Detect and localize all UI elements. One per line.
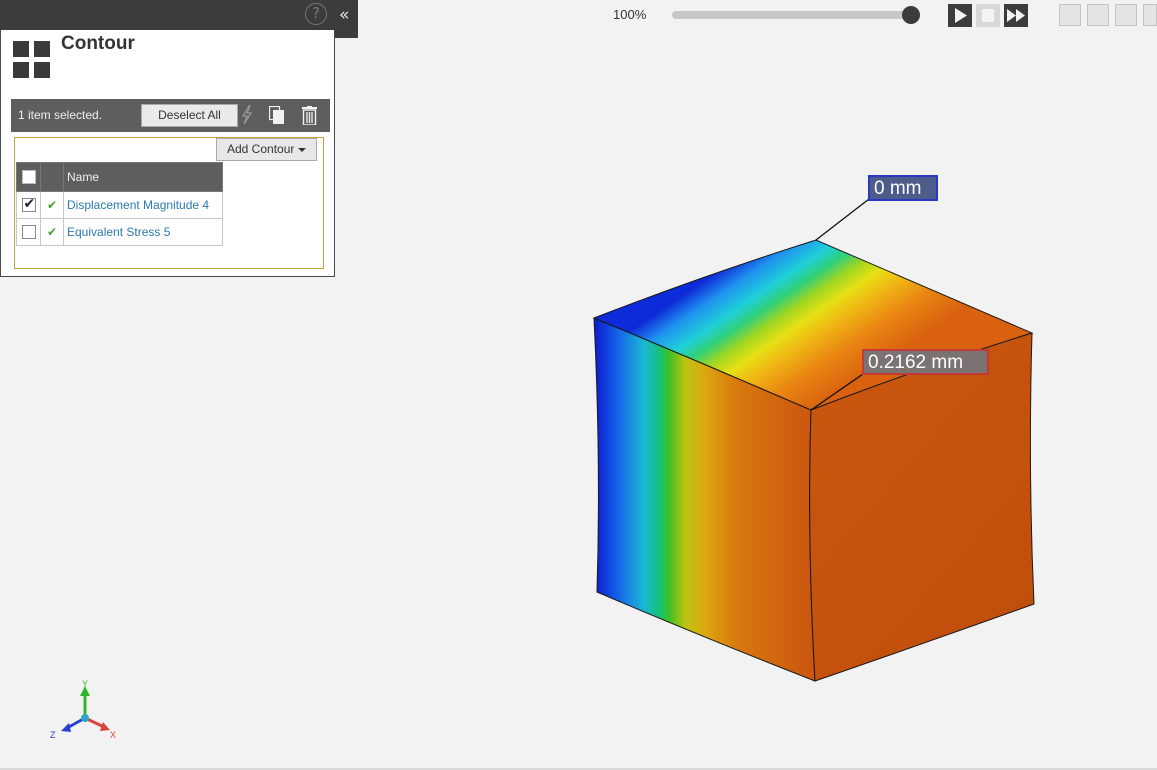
delete-icon[interactable] xyxy=(302,106,317,125)
axis-z-label: Z xyxy=(50,730,56,740)
view-icon-1[interactable] xyxy=(1059,4,1081,26)
axis-y-label: Y xyxy=(82,679,88,689)
duplicate-icon[interactable] xyxy=(269,106,285,125)
collapse-panel-icon[interactable]: « xyxy=(339,5,349,25)
table-row[interactable]: ✔ ✔ Displacement Magnitude 4 xyxy=(16,191,223,219)
select-all-checkbox[interactable] xyxy=(21,170,36,185)
contour-table: Name ✔ ✔ Displacement Magnitude 4 ✔ Equi… xyxy=(16,162,223,246)
row-checkbox[interactable] xyxy=(21,225,36,240)
add-contour-label: Add Contour xyxy=(227,142,295,156)
axis-x-label: X xyxy=(110,730,116,740)
status-column-header xyxy=(40,162,64,192)
zoom-level: 100% xyxy=(613,7,647,22)
name-column-header[interactable]: Name xyxy=(63,162,223,192)
view-icon-3[interactable] xyxy=(1115,4,1137,26)
row-checkbox[interactable]: ✔ xyxy=(21,196,36,213)
max-value-callout[interactable]: 0.2162 mm xyxy=(862,349,989,375)
table-row[interactable]: ✔ Equivalent Stress 5 xyxy=(16,218,223,246)
selection-toolbar: 1 item selected. Deselect All xyxy=(11,99,330,132)
status-ok-icon: ✔ xyxy=(46,198,58,212)
add-contour-button[interactable]: Add Contour xyxy=(216,138,317,161)
min-value-callout[interactable]: 0 mm xyxy=(868,175,938,201)
stop-button[interactable] xyxy=(976,4,1000,27)
min-callout-leader xyxy=(815,198,870,241)
view-icon-4[interactable] xyxy=(1143,4,1157,26)
panel-title: Contour xyxy=(61,33,135,54)
contour-list: Add Contour Name ✔ ✔ Displacement Magnit… xyxy=(14,137,324,269)
axis-triad: Y X Z xyxy=(50,679,116,740)
checkmark-icon: ✔ xyxy=(23,196,36,213)
help-icon[interactable]: ? xyxy=(305,3,327,25)
deselect-all-button[interactable]: Deselect All xyxy=(141,104,238,127)
lightning-icon[interactable] xyxy=(240,105,254,125)
table-header-row: Name xyxy=(16,162,223,192)
contour-panel: Contour 1 item selected. Deselect All Ad… xyxy=(0,30,335,277)
animation-slider-track[interactable] xyxy=(672,11,912,19)
selection-count-text: 1 item selected. xyxy=(18,108,103,122)
row-name-link[interactable]: Equivalent Stress 5 xyxy=(63,218,223,246)
row-name-link[interactable]: Displacement Magnitude 4 xyxy=(63,191,223,219)
animation-slider-thumb[interactable] xyxy=(902,6,920,24)
status-ok-icon: ✔ xyxy=(46,225,58,239)
view-icon-2[interactable] xyxy=(1087,4,1109,26)
chevron-down-icon xyxy=(298,147,307,152)
fast-forward-button[interactable] xyxy=(1004,4,1028,27)
play-button[interactable] xyxy=(948,4,972,27)
contour-grid-icon xyxy=(13,41,51,79)
